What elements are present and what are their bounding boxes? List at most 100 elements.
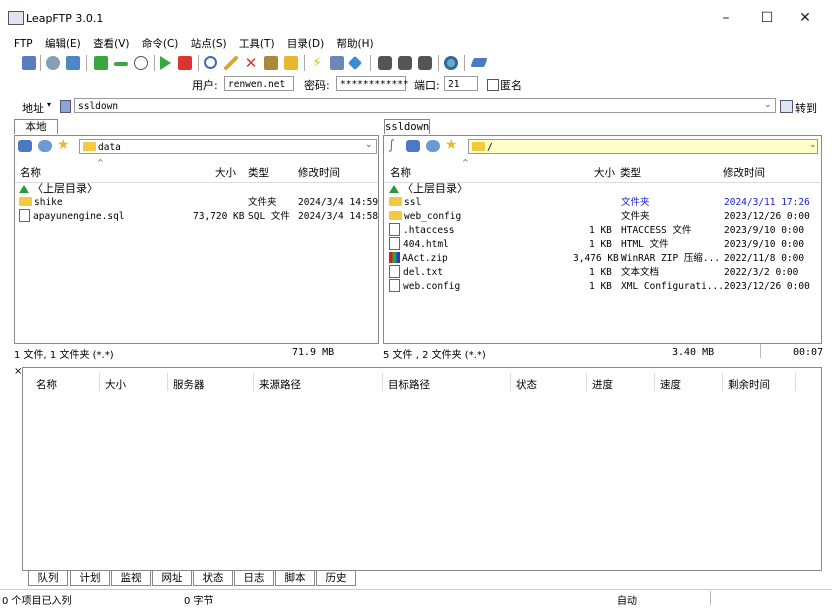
add-icon[interactable]: [94, 56, 108, 70]
eraser-icon[interactable]: [470, 58, 488, 67]
star-icon[interactable]: ★: [57, 138, 70, 152]
sync-icon[interactable]: [426, 140, 440, 152]
tab-queue[interactable]: 队列: [28, 571, 68, 586]
chevron-down-icon[interactable]: ▾: [47, 100, 51, 109]
rename-icon[interactable]: [264, 56, 278, 70]
file-icon: [389, 279, 400, 292]
menu-view[interactable]: 查看(V): [93, 38, 129, 50]
tab-local[interactable]: 本地: [14, 119, 58, 134]
col-name[interactable]: 名称: [20, 165, 41, 180]
anonymous-checkbox[interactable]: [487, 79, 499, 91]
folder-icon: [389, 197, 402, 206]
password-field[interactable]: ************: [336, 76, 409, 91]
chevron-down-icon[interactable]: ⌄: [365, 140, 373, 150]
address-input[interactable]: ssldown: [74, 98, 776, 113]
menu-tools[interactable]: 工具(T): [239, 38, 275, 50]
diamond-icon[interactable]: [347, 55, 363, 71]
go-button[interactable]: 转到: [795, 100, 817, 116]
play-icon[interactable]: [160, 56, 171, 70]
close-window-button[interactable]: ✕: [788, 6, 822, 30]
parent-dir-row[interactable]: 〈上层目录〉: [389, 182, 468, 196]
stop-icon[interactable]: [178, 56, 192, 70]
col-remaining[interactable]: 剩余时间: [728, 377, 770, 392]
clock-icon[interactable]: [134, 56, 148, 70]
edit-icon[interactable]: [224, 56, 238, 70]
col-progress[interactable]: 进度: [592, 377, 613, 392]
col-name[interactable]: 名称: [390, 165, 411, 180]
col-type[interactable]: 类型: [620, 165, 641, 180]
menu-command[interactable]: 命令(C): [142, 38, 179, 50]
star-icon[interactable]: ★: [445, 138, 458, 152]
transfer-icon[interactable]: [330, 56, 344, 70]
col-name[interactable]: 名称: [36, 377, 57, 392]
table-row[interactable]: 404.html 1 KB HTML 文件 2023/9/10 0:00: [389, 237, 817, 252]
go-icon[interactable]: [780, 100, 793, 113]
refresh-icon[interactable]: [406, 140, 420, 152]
minimize-button[interactable]: –: [709, 6, 743, 30]
menu-bar: FTP 编辑(E) 查看(V) 命令(C) 站点(S) 工具(T) 目录(D) …: [14, 36, 832, 52]
tab-history[interactable]: 历史: [316, 570, 356, 586]
table-row[interactable]: web_config 文件夹 2023/12/26 0:00: [389, 210, 817, 224]
sync-icon[interactable]: [38, 140, 52, 152]
new-folder-icon[interactable]: [284, 56, 298, 70]
col-size[interactable]: 大小: [215, 165, 236, 180]
user-field[interactable]: renwen.net: [224, 76, 294, 91]
window-icon[interactable]: [66, 56, 80, 70]
col-target[interactable]: 目标路径: [388, 377, 430, 392]
table-row[interactable]: AAct.zip 3,476 KB WinRAR ZIP 压缩... 2022/…: [389, 252, 817, 266]
menu-site[interactable]: 站点(S): [191, 38, 227, 50]
menu-help[interactable]: 帮助(H): [337, 38, 374, 50]
remove-icon[interactable]: [114, 62, 128, 66]
checkmark-icon[interactable]: ∫: [388, 139, 395, 153]
address-label: 地址: [22, 102, 44, 115]
col-server[interactable]: 服务器: [173, 377, 205, 392]
binoculars-icon[interactable]: [378, 56, 392, 70]
tab-schedule[interactable]: 计划: [70, 570, 110, 586]
binoculars-icon[interactable]: [418, 56, 432, 70]
table-row[interactable]: apayunengine.sql 73,720 KB SQL 文件 2024/3…: [19, 209, 378, 224]
table-row[interactable]: web.config 1 KB XML Configurati... 2023/…: [389, 279, 817, 294]
up-arrow-icon: [19, 185, 29, 193]
binoculars-icon[interactable]: [398, 56, 412, 70]
delete-icon[interactable]: ✕: [244, 56, 258, 71]
refresh-icon[interactable]: [18, 140, 32, 152]
port-field[interactable]: 21: [444, 76, 478, 91]
col-date[interactable]: 修改时间: [298, 165, 340, 180]
table-row[interactable]: ssl 文件夹 2024/3/11 17:26: [389, 196, 817, 210]
server-icon: [60, 100, 71, 113]
tab-log[interactable]: 日志: [234, 570, 274, 586]
col-size[interactable]: 大小: [594, 165, 615, 180]
file-icon: [389, 265, 400, 278]
connection-bar: 用户: renwen.net 密码: ************ 端口: 21 匿…: [0, 75, 832, 95]
site-manager-icon[interactable]: [22, 56, 36, 70]
globe-icon[interactable]: [444, 56, 458, 70]
table-row[interactable]: del.txt 1 KB 文本文档 2022/3/2 0:00: [389, 265, 817, 280]
settings-icon[interactable]: [46, 56, 60, 70]
chevron-down-icon[interactable]: ⌄: [764, 100, 772, 110]
col-status[interactable]: 状态: [516, 377, 537, 392]
parent-dir-row[interactable]: 〈上层目录〉: [19, 182, 98, 196]
col-speed[interactable]: 速度: [660, 377, 681, 392]
col-source[interactable]: 来源路径: [259, 377, 301, 392]
remote-path-field[interactable]: /: [468, 139, 818, 154]
col-type[interactable]: 类型: [248, 165, 269, 180]
tab-remote[interactable]: ssldown: [384, 119, 430, 134]
menu-edit[interactable]: 编辑(E): [45, 38, 81, 50]
chevron-down-icon[interactable]: ⌄: [809, 140, 817, 150]
col-size[interactable]: 大小: [105, 377, 126, 392]
tab-monitor[interactable]: 监视: [111, 570, 151, 586]
tab-script[interactable]: 脚本: [275, 570, 315, 586]
local-path-field[interactable]: data: [79, 139, 377, 154]
tab-status[interactable]: 状态: [193, 570, 233, 586]
maximize-button[interactable]: ☐: [750, 6, 784, 30]
tab-url[interactable]: 网址: [152, 570, 192, 586]
search-icon[interactable]: [204, 56, 217, 69]
table-row[interactable]: shike 文件夹 2024/3/4 14:59: [19, 196, 378, 210]
menu-directory[interactable]: 目录(D): [287, 38, 324, 50]
lightning-icon[interactable]: ⚡: [310, 56, 324, 70]
port-label: 端口:: [414, 79, 440, 92]
table-row[interactable]: .htaccess 1 KB HTACCESS 文件 2023/9/10 0:0…: [389, 223, 817, 238]
folder-icon: [83, 142, 96, 151]
col-date[interactable]: 修改时间: [723, 165, 765, 180]
menu-ftp[interactable]: FTP: [14, 38, 33, 50]
